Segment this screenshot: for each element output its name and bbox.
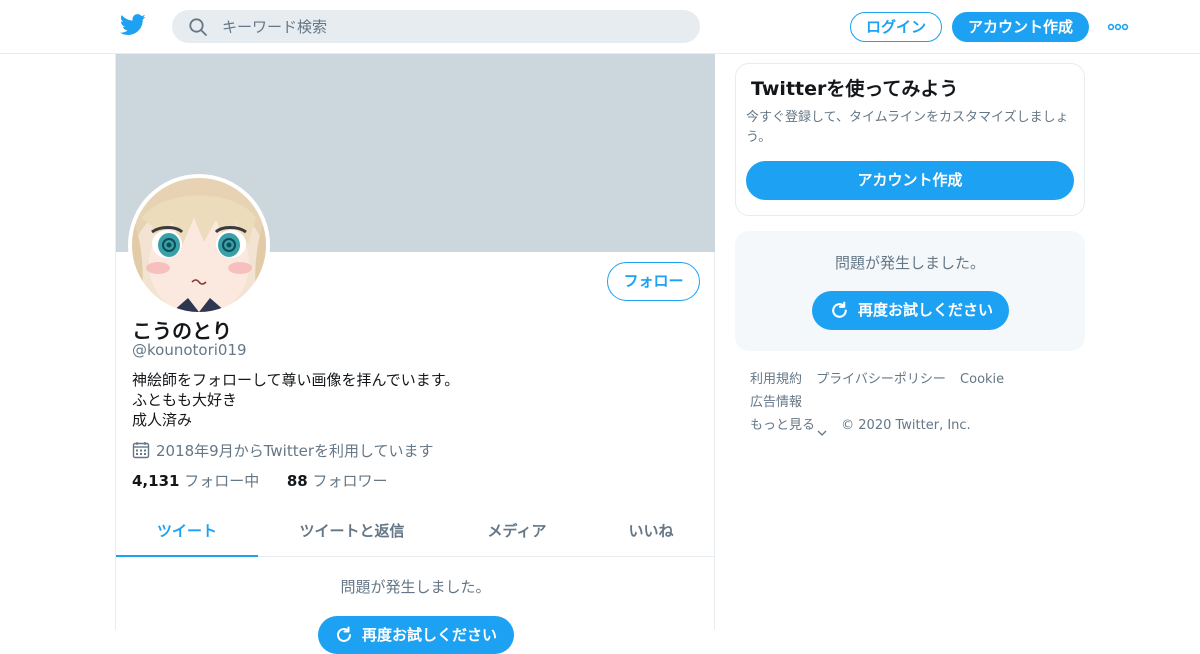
sidebar-retry-button[interactable]: 再度お試しください [812, 291, 1009, 330]
profile-handle[interactable]: @kounotori019 [132, 341, 247, 359]
profile-bio: 神絵師をフォローして尊い画像を拝んでいます。 ふともも大好き 成人済み [132, 370, 459, 430]
join-date-text: 2018年9月からTwitterを利用しています [156, 442, 434, 460]
footer-more-link[interactable]: もっと見る [750, 418, 827, 436]
avatar-image [132, 178, 266, 312]
bio-line: 成人済み [132, 411, 193, 429]
footer-more-label: もっと見る [750, 418, 816, 433]
bio-line: ふともも大好き [132, 391, 238, 409]
more-dots-icon[interactable] [1107, 19, 1129, 33]
signup-card-title: Twitterを使ってみよう [751, 78, 959, 100]
followers-label: フォロワー [312, 472, 388, 490]
calendar-icon [132, 441, 150, 459]
profile-tabs: ツイート ツイートと返信 メディア いいね [116, 506, 715, 557]
signup-card-description: 今すぐ登録して、タイムラインをカスタマイズしましょう。 [746, 110, 1069, 145]
search-icon [188, 17, 208, 37]
bio-line: 神絵師をフォローして尊い画像を拝んでいます。 [132, 371, 460, 389]
retry-button[interactable]: 再度お試しください [318, 616, 514, 654]
sidebar-retry-label: 再度お試しください [858, 301, 994, 319]
profile-display-name: こうのとり [132, 319, 232, 343]
sidebar-error-box: 問題が発生しました。 再度お試しください [735, 231, 1085, 351]
following-label: フォロー中 [184, 472, 260, 490]
search-input[interactable] [222, 10, 682, 43]
signup-button[interactable]: アカウント作成 [952, 12, 1089, 42]
tab-likes[interactable]: いいね [586, 506, 716, 557]
retry-button-label: 再度お試しください [362, 626, 498, 644]
footer-link-cookie[interactable]: Cookie [960, 372, 1004, 387]
tab-media[interactable]: メディア [446, 506, 588, 557]
refresh-icon [337, 626, 351, 642]
follow-stats: 4,131 フォロー中 88 フォロワー [132, 470, 387, 491]
sidebar-error-message: 問題が発生しました。 [834, 254, 985, 272]
footer-link-terms[interactable]: 利用規約 [750, 372, 802, 387]
tab-tweets[interactable]: ツイート [116, 506, 258, 557]
refresh-icon [832, 301, 847, 318]
signup-card: Twitterを使ってみよう 今すぐ登録して、タイムラインをカスタマイズしましょ… [735, 63, 1085, 216]
follow-button[interactable]: フォロー [607, 262, 700, 301]
footer-link-privacy[interactable]: プライバシーポリシー [816, 372, 946, 387]
twitter-bird-icon[interactable] [119, 14, 146, 38]
chevron-down-icon [817, 422, 827, 436]
followers-link[interactable]: 88 フォロワー [287, 472, 388, 490]
tab-tweets-and-replies[interactable]: ツイートと返信 [281, 506, 423, 557]
footer-link-ads[interactable]: 広告情報 [750, 395, 802, 410]
search-bar[interactable] [172, 10, 700, 43]
avatar[interactable] [128, 174, 270, 316]
timeline-error-message: 問題が発生しました。 [340, 578, 491, 596]
sidebar-footer: 利用規約 プライバシーポリシー Cookie 広告情報 もっと見る © 2020… [750, 368, 1080, 437]
following-link[interactable]: 4,131 フォロー中 [132, 472, 259, 490]
signup-card-button[interactable]: アカウント作成 [746, 161, 1074, 200]
top-navigation-bar: ログイン アカウント作成 [0, 0, 1200, 54]
login-button[interactable]: ログイン [850, 12, 942, 42]
following-count: 4,131 [132, 472, 180, 490]
footer-copyright: © 2020 Twitter, Inc. [841, 418, 971, 433]
profile-column: フォロー こうのとり @kounotori019 神絵師をフォローして尊い画像を… [115, 54, 715, 654]
followers-count: 88 [286, 472, 308, 490]
